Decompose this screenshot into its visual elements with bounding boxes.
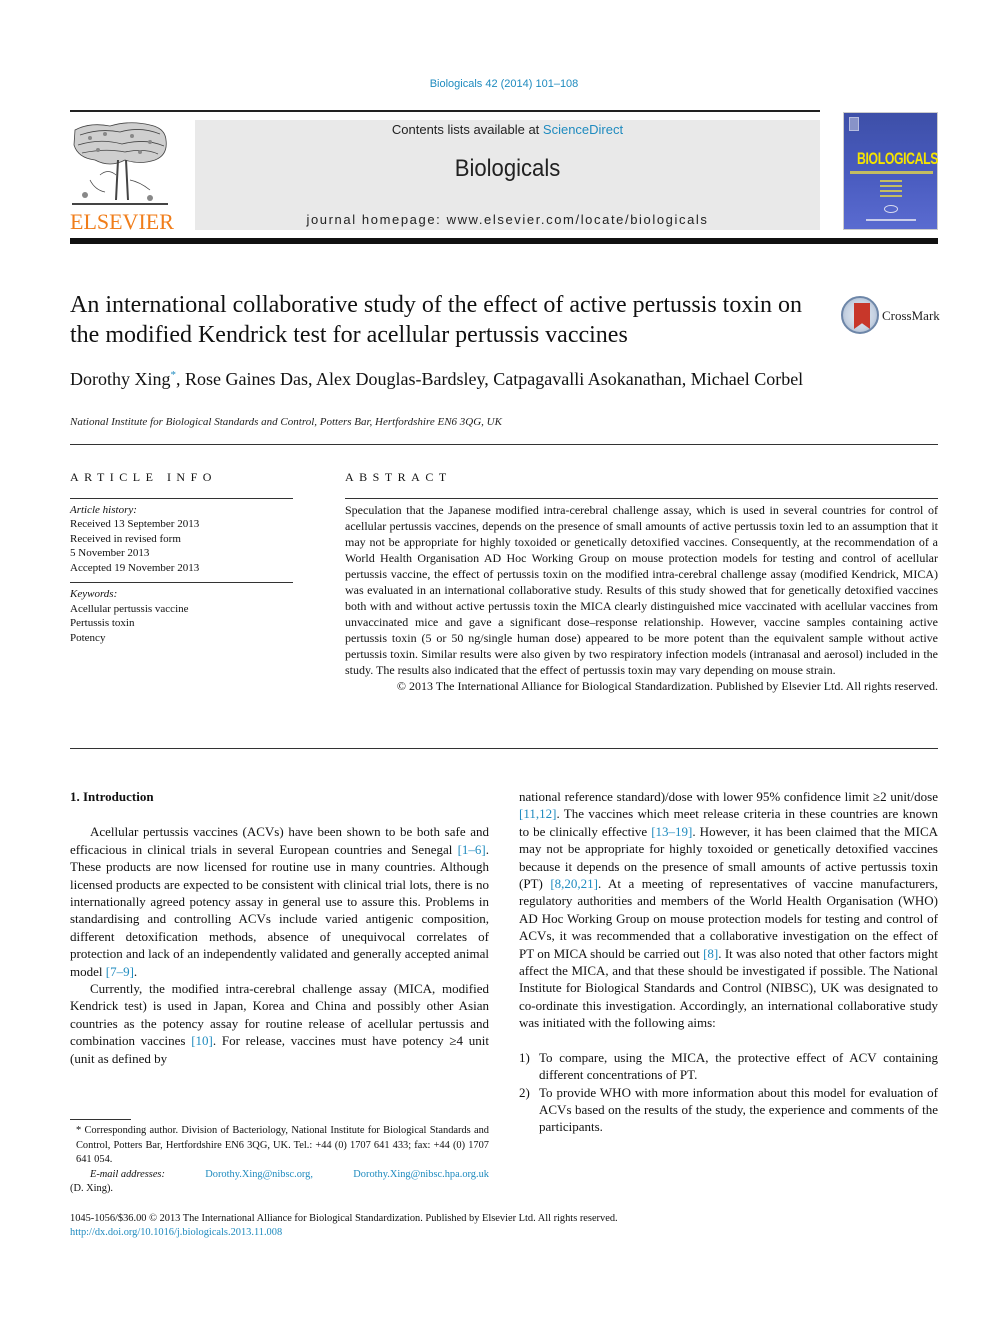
footnote-rule: [70, 1119, 131, 1120]
aim-text: To compare, using the MICA, the protecti…: [539, 1049, 938, 1083]
aim-number: 2): [519, 1084, 530, 1100]
keywords-label: Keywords:: [70, 588, 118, 600]
history-item: Received in revised form: [70, 532, 181, 545]
article-title: An international collaborative study of …: [70, 292, 803, 348]
aims-list: 1) To compare, using the MICA, the prote…: [519, 1049, 938, 1136]
keywords-rule: [70, 582, 293, 583]
article-info-heading: ARTICLE INFO: [70, 470, 217, 484]
keyword-item: Potency: [70, 631, 106, 644]
history-item: 5 November 2013: [70, 547, 150, 559]
sciencedirect-link[interactable]: ScienceDirect: [543, 122, 623, 137]
reference-link[interactable]: [8]: [703, 946, 718, 961]
aim-number: 1): [519, 1049, 530, 1065]
history-item: Accepted 19 November 2013: [70, 561, 200, 574]
footnote-text: Corresponding author. Division of Bacter…: [76, 1125, 489, 1165]
aim-item: 2) To provide WHO with more information …: [519, 1084, 938, 1136]
keyword-item: Acellular pertussis vaccine: [70, 602, 189, 615]
cover-title: BIOLOGICALS: [857, 149, 939, 168]
crossmark-icon: [841, 296, 879, 334]
email-label: E-mail addresses:: [90, 1168, 165, 1180]
header-thick-rule: [70, 238, 938, 244]
body-paragraph: Currently, the modified intra-cerebral c…: [70, 981, 489, 1066]
reference-link[interactable]: [7–9]: [106, 964, 134, 979]
cover-text-lines: [880, 180, 902, 200]
email-link[interactable]: Dorothy.Xing@nibsc.hpa.org.uk: [353, 1168, 489, 1183]
reference-link[interactable]: [11,12]: [519, 806, 556, 821]
body-paragraph: Acellular pertussis vaccines (ACVs) have…: [70, 824, 489, 979]
aim-text: To provide WHO with more information abo…: [539, 1084, 938, 1135]
journal-homepage-link[interactable]: www.elsevier.com/locate/biologicals: [447, 212, 709, 227]
crossmark-label: CrossMark: [882, 308, 940, 323]
abstract-text: Speculation that the Japanese modified i…: [345, 503, 938, 677]
crossmark-button[interactable]: CrossMark: [841, 296, 941, 336]
doi-link[interactable]: http://dx.doi.org/10.1016/j.biologicals.…: [70, 1226, 282, 1240]
elsevier-tree-icon: [72, 122, 168, 205]
reference-link[interactable]: [1–6]: [458, 842, 486, 857]
contents-line: Contents lists available at ScienceDirec…: [391, 122, 624, 137]
section-divider: [70, 444, 938, 445]
article-info-panel: ARTICLE INFO Article history: Received 1…: [70, 470, 293, 645]
reference-link[interactable]: [10]: [191, 1033, 213, 1048]
cover-emblem-icon: [884, 205, 898, 213]
cover-footer: [866, 219, 916, 221]
body-paragraph: national reference standard)/dose with l…: [519, 789, 938, 1031]
author-names-rest: , Rose Gaines Das, Alex Douglas-Bardsley…: [176, 369, 804, 389]
section-heading-introduction: 1. Introduction: [70, 789, 154, 804]
article-info-rule: [70, 497, 293, 499]
email-link[interactable]: Dorothy.Xing@nibsc.org,: [205, 1168, 313, 1183]
aim-item: 1) To compare, using the MICA, the prote…: [519, 1049, 938, 1084]
abstract-heading: ABSTRACT: [345, 470, 452, 484]
journal-homepage: journal homepage: www.elsevier.com/locat…: [306, 212, 709, 227]
issn-copyright: 1045-1056/$36.00 © 2013 The Internationa…: [70, 1213, 618, 1224]
journal-citation-link[interactable]: Biologicals 42 (2014) 101–108: [0, 78, 992, 90]
author-name: Dorothy Xing: [70, 369, 171, 389]
article-history-label: Article history:: [70, 503, 137, 516]
body-column-right: national reference standard)/dose with l…: [519, 788, 938, 1136]
email-row: E-mail addresses: Dorothy.Xing@nibsc.org…: [70, 1168, 489, 1183]
journal-cover-image[interactable]: BIOLOGICALS: [843, 112, 938, 230]
reference-link[interactable]: [8,20,21]: [550, 876, 598, 891]
abstract-copyright: © 2013 The International Alliance for Bi…: [396, 679, 938, 693]
elsevier-logo[interactable]: ELSEVIER: [70, 120, 174, 234]
cover-publisher-mark: [849, 117, 859, 131]
body-column-left: 1. Introduction Acellular pertussis vacc…: [70, 788, 489, 1067]
keyword-item: Pertussis toxin: [70, 617, 135, 629]
abstract-panel: ABSTRACT Speculation that the Japanese m…: [345, 470, 938, 694]
reference-link[interactable]: [13–19]: [651, 824, 692, 839]
header-rule: [70, 110, 820, 112]
history-item: Received 13 September 2013: [70, 518, 200, 530]
author-list: Dorothy Xing*, Rose Gaines Das, Alex Dou…: [70, 364, 830, 390]
cover-subtitle: [850, 171, 933, 174]
email-owner: (D. Xing).: [70, 1183, 113, 1194]
journal-name: Biologicals: [454, 155, 561, 182]
affiliation: National Institute for Biological Standa…: [70, 416, 502, 428]
elsevier-wordmark: ELSEVIER: [70, 209, 174, 234]
corresponding-author-footnote: * Corresponding author. Division of Bact…: [70, 1124, 489, 1197]
journal-banner: Contents lists available at ScienceDirec…: [195, 120, 820, 230]
abstract-rule: [345, 498, 938, 499]
abstract-divider: [70, 748, 938, 749]
